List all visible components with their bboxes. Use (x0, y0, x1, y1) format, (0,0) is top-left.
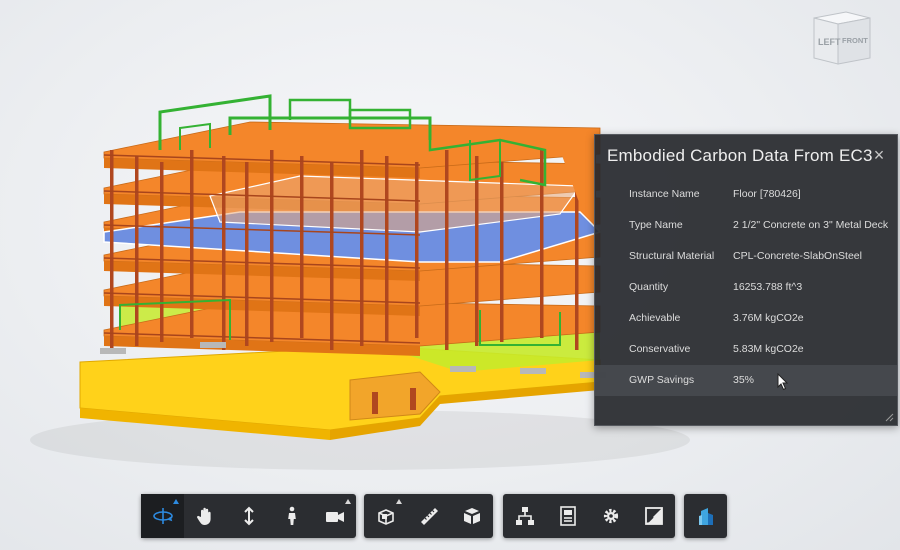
property-name: Conservative (629, 343, 691, 355)
zoom-arrows-icon (243, 506, 254, 526)
embodied-carbon-panel[interactable]: Embodied Carbon Data From EC3 × Instance… (594, 134, 898, 426)
property-value: Floor [780426] (733, 188, 801, 200)
column (540, 150, 544, 338)
toolbar-group (364, 494, 493, 538)
column (110, 150, 114, 350)
property-value: 5.83M kgCO2e (733, 343, 804, 355)
first-person-tool[interactable] (270, 494, 313, 538)
property-row[interactable]: Type Name 2 1/2" Concrete on 3" Metal Dec… (595, 210, 897, 241)
property-value: CPL-Concrete-SlabOnSteel (733, 250, 862, 262)
property-name: Achievable (629, 312, 681, 324)
toolbar-group (684, 494, 727, 538)
explode-tool[interactable] (450, 494, 493, 538)
camera-icon (325, 512, 344, 522)
flyout-indicator-icon (173, 499, 179, 504)
column (360, 150, 364, 346)
building-icon (698, 508, 713, 525)
property-row[interactable]: Structural Material CPL-Concrete-SlabOnSt… (595, 241, 897, 272)
column (415, 162, 419, 338)
stair-column (410, 388, 416, 410)
column (475, 156, 479, 346)
property-value: 3.76M kgCO2e (733, 312, 804, 324)
property-name: Quantity (629, 281, 669, 293)
fullscreen-tool[interactable] (632, 494, 675, 538)
pan-tool[interactable] (184, 494, 227, 538)
property-name: Type Name (629, 219, 683, 231)
properties-list: Instance Name Floor [780426] Type Name 2 1/… (595, 179, 897, 396)
column (222, 156, 226, 350)
orbit-tool[interactable] (141, 494, 184, 538)
toolbar-group (503, 494, 675, 538)
property-value: 16253.788 ft^3 (733, 281, 803, 293)
flyout-indicator-icon (345, 499, 351, 504)
flyout-indicator-icon (396, 499, 402, 504)
gear-icon (603, 508, 618, 524)
section-tool[interactable] (364, 494, 407, 538)
person-icon (287, 506, 296, 525)
column (160, 162, 164, 342)
property-row[interactable]: Quantity 16253.788 ft^3 (595, 272, 897, 303)
viewcube-left-label: LEFT (818, 37, 841, 47)
zoom-tool[interactable] (227, 494, 270, 538)
column (445, 150, 449, 350)
ruler-icon (420, 508, 438, 525)
toolbar-group (141, 494, 356, 538)
stair-column (372, 392, 378, 414)
panel-header[interactable]: Embodied Carbon Data From EC3 × (595, 135, 897, 179)
measure-tool[interactable] (407, 494, 450, 538)
fullscreen-icon (644, 507, 663, 525)
orbit-icon (152, 508, 173, 524)
hierarchy-icon (515, 507, 534, 525)
column (190, 150, 194, 338)
camera-tool[interactable] (313, 494, 356, 538)
view-cube[interactable]: LEFT FRONT (806, 6, 876, 70)
viewcube-front-label: FRONT (842, 36, 868, 45)
model-browser-tool[interactable] (503, 494, 546, 538)
column (245, 162, 249, 346)
column (330, 162, 334, 350)
properties-icon (559, 506, 576, 526)
column (500, 162, 504, 342)
explode-cube-icon (463, 508, 480, 524)
properties-tool[interactable] (546, 494, 589, 538)
resize-grip-icon[interactable] (885, 413, 894, 422)
column (385, 156, 389, 342)
property-row[interactable]: GWP Savings 35% (595, 365, 897, 396)
property-name: Structural Material (629, 250, 715, 262)
property-value: 2 1/2" Concrete on 3" Metal Deck (733, 219, 889, 231)
mouse-cursor-icon (777, 373, 789, 391)
footing-pad (520, 368, 546, 374)
property-name: GWP Savings (629, 374, 695, 386)
hand-icon (196, 507, 211, 525)
panel-title: Embodied Carbon Data From EC3 (607, 146, 873, 165)
column (135, 156, 139, 346)
footing-pad (100, 348, 126, 354)
property-row[interactable]: Instance Name Floor [780426] (595, 179, 897, 210)
column (270, 150, 274, 342)
footing-pad (200, 342, 226, 348)
footing-pad (450, 366, 476, 372)
section-box-icon (377, 509, 394, 525)
building-extension-tool[interactable] (684, 494, 727, 538)
property-name: Instance Name (629, 188, 700, 200)
close-icon[interactable]: × (869, 145, 889, 165)
property-value: 35% (733, 374, 755, 386)
property-row[interactable]: Achievable 3.76M kgCO2e (595, 303, 897, 334)
column (300, 156, 304, 338)
property-row[interactable]: Conservative 5.83M kgCO2e (595, 334, 897, 365)
settings-tool[interactable] (589, 494, 632, 538)
